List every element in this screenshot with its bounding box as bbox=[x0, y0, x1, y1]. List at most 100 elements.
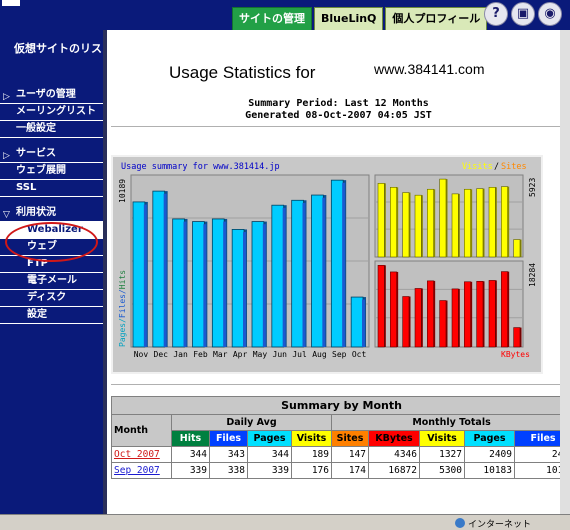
legend-sites-label: Sites bbox=[501, 162, 527, 172]
visits-bar bbox=[402, 192, 410, 258]
tab-1[interactable]: BlueLinQ bbox=[314, 7, 384, 30]
zone-label: インターネット bbox=[468, 520, 532, 530]
visits-bar bbox=[476, 188, 484, 258]
value-cell: 174 bbox=[331, 462, 369, 479]
kbytes-bar bbox=[476, 281, 484, 348]
value-cell: 1327 bbox=[419, 446, 465, 463]
tab-2[interactable]: 個人プロフィール bbox=[385, 7, 488, 30]
triangle-down-icon: ▽ bbox=[3, 210, 10, 220]
sidebar-item-10[interactable]: 電子メール bbox=[0, 273, 103, 290]
column-header-hits: Hits bbox=[171, 430, 210, 447]
logo-fragment bbox=[2, 0, 20, 6]
column-header-visits: Visits bbox=[291, 430, 332, 447]
tab-0[interactable]: サイトの管理 bbox=[232, 7, 312, 30]
visits-bar bbox=[439, 178, 447, 258]
hits-bar bbox=[350, 296, 364, 348]
help-icon[interactable]: ? bbox=[484, 2, 508, 26]
sidebar: 仮想サイトのリスト ▷ ユーザの管理メーリングリスト一般設定 ▷ サービスウェブ展開 S… bbox=[0, 30, 103, 514]
column-header-sites: Sites bbox=[331, 430, 369, 447]
files-bar bbox=[302, 202, 306, 347]
sidebar-item-1[interactable]: メーリングリスト bbox=[0, 104, 103, 121]
triangle-right-icon: ▷ bbox=[3, 92, 10, 102]
hits-bar bbox=[271, 204, 285, 348]
sidebar-item-2[interactable]: 一般設定 bbox=[0, 121, 103, 138]
sidebar-item-4[interactable]: ウェブ展開 bbox=[0, 163, 103, 180]
value-cell: 344 bbox=[171, 446, 210, 463]
sidebar-item-label: 電子メール bbox=[27, 275, 77, 286]
axis-label-part: Pages/ bbox=[118, 318, 127, 347]
x-tick-label: Aug bbox=[312, 350, 327, 359]
report-site-name: www.384141.com bbox=[374, 61, 485, 77]
files-bar bbox=[262, 224, 266, 347]
value-cell: 5300 bbox=[419, 462, 465, 479]
value-cell: 338 bbox=[209, 462, 248, 479]
kbytes-bar bbox=[390, 271, 397, 348]
visits-bar bbox=[390, 186, 397, 258]
menu-gap bbox=[0, 138, 103, 146]
sidebar-item-6[interactable]: ▽ 利用状況 bbox=[0, 205, 103, 222]
x-tick-label: Dec bbox=[154, 350, 169, 359]
column-header-pages: Pages bbox=[247, 430, 292, 447]
sidebar-item-12[interactable]: 設定 bbox=[0, 307, 103, 324]
sidebar-item-11[interactable]: ディスク bbox=[0, 290, 103, 307]
files-bar bbox=[223, 221, 227, 347]
hits-bar bbox=[291, 199, 304, 348]
sidebar-item-label: メーリングリスト bbox=[16, 106, 96, 117]
kbytes-bar bbox=[513, 327, 521, 348]
value-cell: 147 bbox=[331, 446, 369, 463]
kbytes-bar bbox=[427, 280, 434, 348]
sidebar-item-label: 利用状況 bbox=[16, 207, 56, 218]
sidebar-item-label: ユーザの管理 bbox=[16, 89, 76, 100]
table-row: Sep 2007 339 338 339 176 174 16872 5300 10183 101… bbox=[111, 462, 570, 479]
sidebar-menu: ▷ ユーザの管理 メーリングリスト 一般設定 ▷ サービス ウェブ展開 SSL ▽ 利用状況 Web… bbox=[0, 87, 103, 324]
hits-bar bbox=[211, 218, 225, 348]
sidebar-item-3[interactable]: ▷ サービス bbox=[0, 146, 103, 163]
left-axis-label: Pages/Files/Hits bbox=[118, 270, 127, 347]
sidebar-item-0[interactable]: ▷ ユーザの管理 bbox=[0, 87, 103, 104]
virtual-site-list-link[interactable]: 仮想サイトのリスト bbox=[14, 40, 103, 56]
hits-bar bbox=[152, 190, 166, 348]
eye-icon[interactable]: ◉ bbox=[538, 2, 562, 26]
column-header-row: Hits Files Pages Visits Sites KBytes Visits Pag… bbox=[112, 430, 570, 447]
chart-title: Usage summary for www.381414.jp bbox=[121, 162, 280, 172]
value-cell: 2409 bbox=[464, 446, 515, 463]
column-header-kbytes: KBytes bbox=[368, 430, 420, 447]
hits-bar bbox=[330, 179, 344, 348]
files-bar bbox=[282, 207, 286, 347]
kbytes-ymax-label: 18284 bbox=[528, 263, 537, 287]
x-tick-label: May bbox=[253, 350, 268, 359]
triangle-right-icon: ▷ bbox=[3, 151, 10, 161]
visits-bar bbox=[377, 183, 385, 258]
month-cell: Sep 2007 bbox=[111, 462, 172, 479]
summary-period: Summary Period: Last 12 Months bbox=[248, 98, 429, 109]
month-column-header: Month bbox=[111, 414, 172, 447]
hits-bar bbox=[231, 229, 245, 348]
month-link[interactable]: Oct 2007 bbox=[114, 449, 160, 460]
value-cell: 16872 bbox=[368, 462, 420, 479]
sidebar-item-label: ウェブ展開 bbox=[16, 165, 66, 176]
sidebar-item-label: 設定 bbox=[27, 309, 47, 320]
value-cell: 339 bbox=[171, 462, 210, 479]
main-tabs: サイトの管理 BlueLinQ 個人プロフィール bbox=[232, 7, 489, 30]
kbytes-bar bbox=[402, 296, 410, 348]
computer-icon[interactable]: ▣ bbox=[511, 2, 535, 26]
x-tick-label: Oct bbox=[352, 350, 367, 359]
left-ymax-label: 10189 bbox=[118, 179, 127, 203]
divider bbox=[111, 126, 564, 127]
axis-label-part: Files/ bbox=[118, 289, 127, 318]
files-bar bbox=[322, 197, 326, 347]
visits-bar bbox=[427, 188, 434, 258]
usage-chart-svg: Usage summary for www.381414.jp Visits / Si… bbox=[118, 162, 537, 359]
column-header-files: Files bbox=[209, 430, 248, 447]
daily-avg-header: Daily Avg bbox=[171, 414, 332, 431]
table-row: Oct 2007344343344189147434613272409240 bbox=[111, 446, 570, 463]
sidebar-item-5[interactable]: SSL bbox=[0, 180, 103, 197]
month-link[interactable]: Sep 2007 bbox=[114, 465, 160, 476]
visits-bar bbox=[451, 193, 459, 258]
value-cell: 10183 bbox=[464, 462, 515, 479]
x-tick-label: Mar bbox=[213, 350, 228, 359]
kbytes-label: KBytes bbox=[501, 350, 530, 359]
vertical-scrollbar[interactable] bbox=[560, 30, 570, 514]
value-cell: 176 bbox=[291, 462, 332, 479]
menu-gap bbox=[0, 197, 103, 205]
